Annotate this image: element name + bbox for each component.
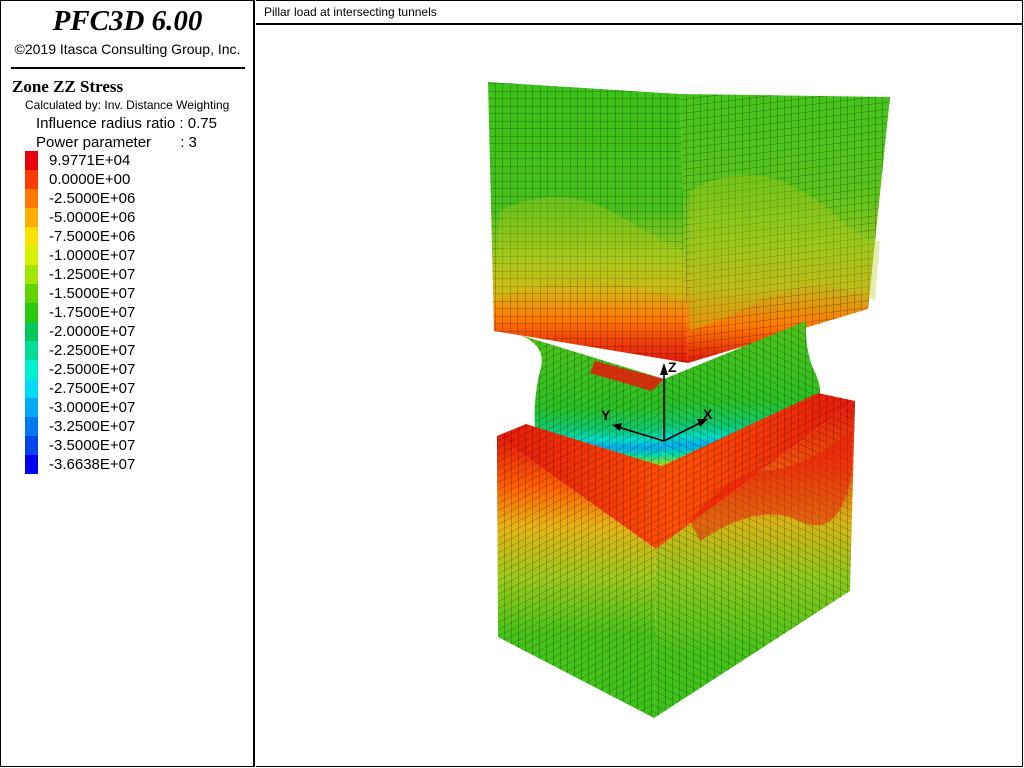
upper-block bbox=[488, 82, 890, 363]
legend-entry-label: -2.2500E+07 bbox=[49, 342, 136, 359]
color-swatch bbox=[25, 379, 38, 398]
plot-item-title: Zone ZZ Stress bbox=[12, 77, 124, 96]
legend-entry-label: -1.7500E+07 bbox=[49, 304, 136, 321]
legend-entry: -1.7500E+07 bbox=[25, 303, 135, 322]
legend-panel: PFC3D 6.00 ©2019 Itasca Consulting Group… bbox=[0, 0, 255, 767]
legend-entry: -1.5000E+07 bbox=[25, 284, 135, 303]
copyright-text: ©2019 Itasca Consulting Group, Inc. bbox=[14, 41, 241, 57]
color-swatch bbox=[25, 398, 38, 417]
model-viewport[interactable]: Z X Y bbox=[256, 25, 1021, 766]
legend-entry: -3.6638E+07 bbox=[25, 455, 135, 474]
x-axis-label: X bbox=[703, 406, 713, 422]
view-title: Pillar load at intersecting tunnels bbox=[264, 5, 437, 19]
legend-entry: -3.2500E+07 bbox=[25, 417, 135, 436]
legend-entry-label: -2.7500E+07 bbox=[49, 380, 136, 397]
legend-entry: -7.5000E+06 bbox=[25, 227, 135, 246]
legend-entry: -1.0000E+07 bbox=[25, 246, 135, 265]
legend-entry: -2.7500E+07 bbox=[25, 379, 135, 398]
color-swatch bbox=[25, 303, 38, 322]
view-title-bar: Pillar load at intersecting tunnels bbox=[256, 1, 1022, 25]
legend-entry-label: -1.0000E+07 bbox=[49, 247, 136, 264]
legend-entry-label: 9.9771E+04 bbox=[49, 152, 131, 169]
legend-divider bbox=[11, 67, 245, 69]
z-axis-label: Z bbox=[668, 359, 677, 375]
legend-entry-label: -1.2500E+07 bbox=[49, 266, 136, 283]
legend-entry-label: -1.5000E+07 bbox=[49, 285, 136, 302]
legend-entry-label: -3.2500E+07 bbox=[49, 418, 136, 435]
color-swatch bbox=[25, 322, 38, 341]
influence-radius-ratio: Influence radius ratio : 0.75 bbox=[36, 115, 217, 132]
legend-entry-label: -3.6638E+07 bbox=[49, 456, 136, 473]
legend-entry: -1.2500E+07 bbox=[25, 265, 135, 284]
legend-entry-label: -5.0000E+06 bbox=[49, 209, 136, 226]
app-title: PFC3D 6.00 bbox=[52, 5, 203, 37]
legend-entry-label: -2.5000E+06 bbox=[49, 190, 136, 207]
color-swatch bbox=[25, 341, 38, 360]
legend-entry-label: -7.5000E+06 bbox=[49, 228, 136, 245]
color-swatch bbox=[25, 189, 38, 208]
color-swatch bbox=[25, 455, 38, 474]
legend-entry: 9.9771E+04 bbox=[25, 151, 135, 170]
legend-entry-label: 0.0000E+00 bbox=[49, 171, 131, 188]
calculation-method: Calculated by: Inv. Distance Weighting bbox=[25, 98, 230, 112]
legend-entry: -2.0000E+07 bbox=[25, 322, 135, 341]
color-swatch bbox=[25, 227, 38, 246]
color-swatch bbox=[25, 170, 38, 189]
legend-entry: -5.0000E+06 bbox=[25, 208, 135, 227]
legend-entry-label: -2.5000E+07 bbox=[49, 361, 136, 378]
legend-entry: -3.0000E+07 bbox=[25, 398, 135, 417]
legend-entry-label: -2.0000E+07 bbox=[49, 323, 136, 340]
color-swatch bbox=[25, 436, 38, 455]
legend-entry-label: -3.5000E+07 bbox=[49, 437, 136, 454]
legend-entry: -2.2500E+07 bbox=[25, 341, 135, 360]
view-area[interactable]: Pillar load at intersecting tunnels Z X … bbox=[256, 0, 1023, 767]
legend-entry: -3.5000E+07 bbox=[25, 436, 135, 455]
color-swatch bbox=[25, 246, 38, 265]
power-parameter: Power parameter : 3 bbox=[36, 134, 197, 151]
legend-entry: -2.5000E+07 bbox=[25, 360, 135, 379]
legend-entry-label: -3.0000E+07 bbox=[49, 399, 136, 416]
color-swatch bbox=[25, 284, 38, 303]
color-swatch bbox=[25, 265, 38, 284]
color-scale: 9.9771E+04 0.0000E+00 -2.5000E+06 -5.0000E+… bbox=[25, 151, 135, 474]
color-swatch bbox=[25, 360, 38, 379]
color-swatch bbox=[25, 151, 38, 170]
legend-entry: 0.0000E+00 bbox=[25, 170, 135, 189]
color-swatch bbox=[25, 208, 38, 227]
color-swatch bbox=[25, 417, 38, 436]
y-axis-label: Y bbox=[601, 407, 611, 423]
legend-entry: -2.5000E+06 bbox=[25, 189, 135, 208]
